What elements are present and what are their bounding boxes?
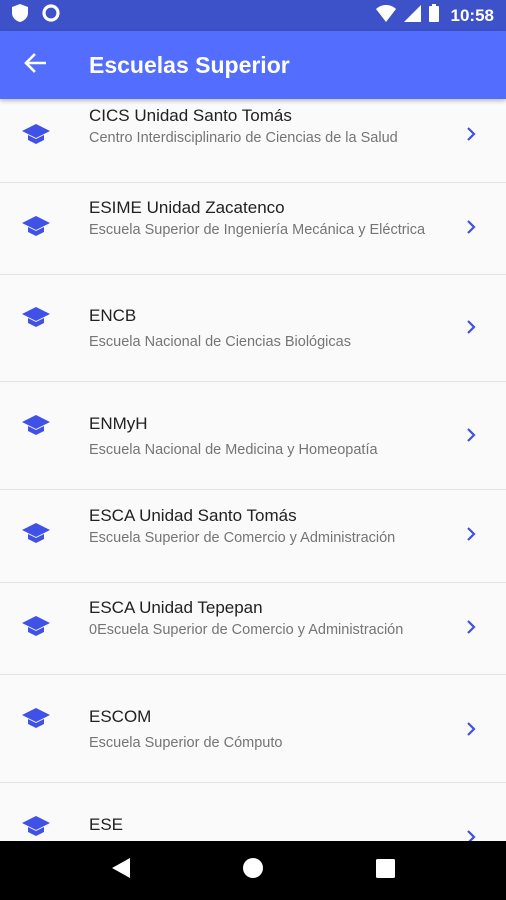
chevron-right-icon: [464, 721, 478, 737]
battery-icon: [428, 4, 439, 27]
arrow-left-icon: [24, 52, 47, 78]
list-item[interactable]: ESCA Unidad Santo Tomás Escuela Superior…: [0, 490, 506, 583]
item-subtitle: Escuela Superior de Cómputo: [89, 735, 283, 751]
navigation-bar: [0, 841, 506, 900]
chevron-right-icon: [464, 427, 478, 443]
item-title: ESCOM: [89, 707, 152, 726]
nav-recents-button[interactable]: [355, 841, 415, 900]
signal-icon: [403, 4, 421, 27]
shield-icon: [12, 4, 28, 27]
page-title: Escuelas Superior: [89, 51, 290, 78]
app-bar: Escuelas Superior: [0, 31, 506, 99]
graduation-cap-icon: [22, 816, 50, 836]
graduation-cap-icon: [22, 307, 50, 327]
back-button[interactable]: [0, 31, 70, 99]
status-time: 10:58: [450, 5, 494, 25]
status-bar: 10:58: [0, 0, 506, 31]
back-triangle-icon: [112, 858, 130, 883]
item-subtitle: Centro Interdisciplinario de Ciencias de…: [89, 130, 398, 146]
item-title: ESCA Unidad Tepepan: [89, 598, 263, 617]
chevron-right-icon: [464, 829, 478, 841]
graduation-cap-icon: [22, 523, 50, 543]
item-title: CICS Unidad Santo Tomás: [89, 106, 292, 125]
item-title: ESCA Unidad Santo Tomás: [89, 506, 297, 525]
list-item[interactable]: CICS Unidad Santo Tomás Centro Interdisc…: [0, 99, 506, 183]
item-title: ESE: [89, 815, 124, 834]
item-subtitle: Escuela Superior de Ingeniería Mecánica …: [89, 222, 426, 238]
recents-square-icon: [375, 858, 395, 883]
list-item[interactable]: ESCA Unidad Tepepan 0Escuela Superior de…: [0, 583, 506, 675]
chevron-right-icon: [464, 219, 478, 235]
graduation-cap-icon: [22, 124, 50, 144]
item-subtitle: Escuela Nacional de Ciencias Biológicas: [89, 334, 351, 350]
chevron-right-icon: [464, 619, 478, 635]
list-item[interactable]: ESIME Unidad Zacatenco Escuela Superior …: [0, 183, 506, 275]
list-item[interactable]: ESE: [0, 783, 506, 841]
graduation-cap-icon: [22, 415, 50, 435]
chevron-right-icon: [464, 526, 478, 542]
graduation-cap-icon: [22, 616, 50, 636]
chevron-right-icon: [464, 319, 478, 335]
circle-icon: [42, 4, 60, 27]
item-title: ENCB: [89, 306, 137, 325]
school-list[interactable]: CICS Unidad Santo Tomás Centro Interdisc…: [0, 99, 506, 841]
graduation-cap-icon: [22, 216, 50, 236]
list-item[interactable]: ENMyH Escuela Nacional de Medicina y Hom…: [0, 382, 506, 490]
nav-home-button[interactable]: [223, 841, 283, 900]
item-subtitle: Escuela Superior de Comercio y Administr…: [89, 530, 396, 546]
chevron-right-icon: [464, 126, 478, 142]
wifi-icon: [375, 4, 396, 27]
home-circle-icon: [242, 857, 264, 884]
list-item[interactable]: ESCOM Escuela Superior de Cómputo: [0, 675, 506, 783]
nav-back-button[interactable]: [91, 841, 151, 900]
item-title: ENMyH: [89, 414, 148, 433]
item-title: ESIME Unidad Zacatenco: [89, 198, 285, 217]
list-item[interactable]: ENCB Escuela Nacional de Ciencias Biológ…: [0, 275, 506, 382]
graduation-cap-icon: [22, 708, 50, 728]
item-subtitle: Escuela Nacional de Medicina y Homeopatí…: [89, 442, 378, 458]
item-subtitle: 0Escuela Superior de Comercio y Administ…: [89, 622, 404, 638]
